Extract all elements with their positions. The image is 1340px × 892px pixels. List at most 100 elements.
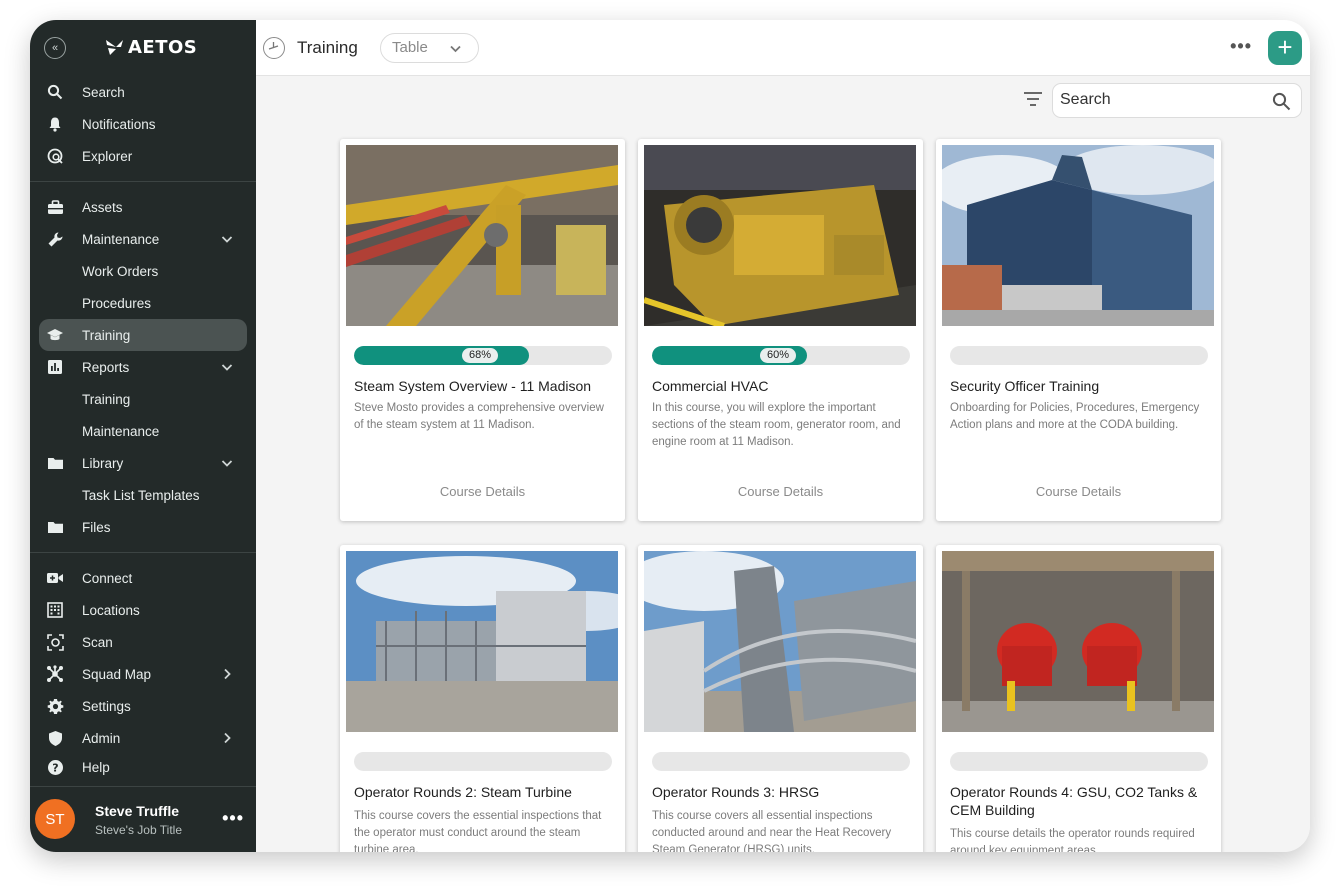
course-thumbnail bbox=[346, 145, 618, 326]
course-progress-bar bbox=[652, 752, 910, 771]
course-progress-bar: 68% bbox=[354, 346, 612, 365]
bell-icon bbox=[46, 115, 64, 133]
course-progress-label: 60% bbox=[760, 348, 796, 363]
sidebar-item-notifications[interactable]: Notifications bbox=[30, 108, 256, 140]
course-progress-bar bbox=[354, 752, 612, 771]
course-title[interactable]: Operator Rounds 4: GSU, CO2 Tanks & CEM … bbox=[950, 783, 1209, 819]
network-icon bbox=[46, 665, 64, 683]
gear-icon bbox=[46, 697, 64, 715]
course-title[interactable]: Operator Rounds 3: HRSG bbox=[652, 783, 911, 801]
search-icon[interactable] bbox=[1272, 92, 1291, 111]
avatar[interactable]: ST bbox=[35, 799, 75, 839]
sidebar-item-label: Locations bbox=[82, 602, 140, 618]
course-description: Steve Mosto provides a comprehensive ove… bbox=[354, 402, 604, 431]
app-window: « AETOS Search Notifications Explorer As… bbox=[30, 20, 1310, 852]
sidebar-item-training[interactable]: Training bbox=[39, 319, 247, 351]
course-card[interactable]: Security Officer Training Onboarding for… bbox=[936, 139, 1221, 521]
sidebar-item-assets[interactable]: Assets bbox=[30, 191, 256, 223]
search-box[interactable] bbox=[1052, 83, 1302, 118]
course-details-link[interactable]: Course Details bbox=[340, 484, 625, 499]
collapse-sidebar-button[interactable]: « bbox=[44, 37, 66, 59]
sidebar-item-help[interactable]: ? Help bbox=[30, 754, 256, 780]
sidebar-item-connect[interactable]: Connect bbox=[30, 562, 256, 594]
course-title[interactable]: Security Officer Training bbox=[950, 377, 1209, 395]
sidebar-item-reports[interactable]: Reports bbox=[30, 351, 256, 383]
chevron-down-icon bbox=[450, 45, 461, 53]
view-selector-value: Table bbox=[392, 39, 428, 56]
course-progress-bar: 60% bbox=[652, 346, 910, 365]
sidebar-item-label: Procedures bbox=[82, 295, 152, 311]
svg-text:?: ? bbox=[52, 761, 58, 774]
course-thumbnail bbox=[644, 551, 916, 732]
course-progress-fill bbox=[354, 346, 530, 365]
sidebar-header: « AETOS bbox=[30, 20, 256, 76]
folder-icon bbox=[46, 454, 64, 472]
sidebar-item-label: Connect bbox=[82, 570, 133, 586]
sidebar-item-library[interactable]: Library bbox=[30, 447, 256, 479]
view-selector[interactable]: Table bbox=[380, 33, 479, 63]
sidebar-item-scan[interactable]: Scan bbox=[30, 626, 256, 658]
help-icon: ? bbox=[46, 758, 64, 776]
training-module-icon bbox=[263, 37, 285, 59]
add-button[interactable]: + bbox=[1268, 31, 1302, 65]
sidebar-item-procedures[interactable]: Procedures bbox=[30, 287, 256, 319]
user-more-icon[interactable]: ••• bbox=[222, 808, 244, 829]
sidebar-item-label: Scan bbox=[82, 634, 113, 650]
sidebar-item-explorer[interactable]: Explorer bbox=[30, 140, 256, 172]
sidebar-divider bbox=[30, 552, 256, 553]
brand-name: AETOS bbox=[128, 36, 198, 58]
course-card[interactable]: Operator Rounds 4: GSU, CO2 Tanks & CEM … bbox=[936, 545, 1221, 852]
sidebar-divider bbox=[30, 181, 256, 182]
course-title[interactable]: Steam System Overview - 11 Madison bbox=[354, 377, 613, 395]
course-progress-bar bbox=[950, 752, 1208, 771]
user-profile[interactable]: ST Steve Truffle Steve's Job Title ••• bbox=[30, 786, 256, 852]
sidebar-item-label: Maintenance bbox=[82, 231, 160, 247]
sidebar-item-label: Work Orders bbox=[82, 263, 159, 279]
course-details-link[interactable]: Course Details bbox=[638, 484, 923, 499]
course-thumbnail bbox=[942, 145, 1214, 326]
sidebar-item-admin[interactable]: Admin bbox=[30, 722, 256, 754]
sidebar-item-label: Files bbox=[82, 519, 111, 535]
sidebar-item-label: Admin bbox=[82, 730, 121, 746]
chevron-right-icon[interactable] bbox=[220, 667, 234, 681]
sidebar-item-reports-training[interactable]: Training bbox=[30, 383, 256, 415]
sidebar-item-work-orders[interactable]: Work Orders bbox=[30, 255, 256, 287]
search-input[interactable] bbox=[1060, 91, 1260, 109]
course-card[interactable]: Operator Rounds 2: Steam Turbine This co… bbox=[340, 545, 625, 852]
chevron-down-icon[interactable] bbox=[220, 360, 234, 374]
briefcase-icon bbox=[46, 198, 64, 216]
course-card[interactable]: Operator Rounds 3: HRSG This course cove… bbox=[638, 545, 923, 852]
chevron-down-icon[interactable] bbox=[220, 456, 234, 470]
course-details-link[interactable]: Course Details bbox=[936, 484, 1221, 499]
sidebar-item-task-list-templates[interactable]: Task List Templates bbox=[30, 479, 256, 511]
sidebar-item-label: Training bbox=[82, 327, 131, 343]
course-description: This course covers all essential inspect… bbox=[652, 810, 892, 852]
shield-icon bbox=[46, 729, 64, 747]
sidebar-item-squad-map[interactable]: Squad Map bbox=[30, 658, 256, 690]
course-description: Onboarding for Policies, Procedures, Eme… bbox=[950, 402, 1200, 431]
sidebar-item-files[interactable]: Files bbox=[30, 511, 256, 543]
user-job-title: Steve's Job Title bbox=[95, 823, 182, 837]
filter-icon[interactable] bbox=[1022, 90, 1044, 108]
sidebar-item-search[interactable]: Search bbox=[30, 76, 256, 108]
search-icon bbox=[46, 83, 64, 101]
course-card[interactable]: 68% Steam System Overview - 11 Madison S… bbox=[340, 139, 625, 521]
sidebar-item-locations[interactable]: Locations bbox=[30, 594, 256, 626]
sidebar-item-label: Notifications bbox=[82, 116, 156, 132]
sidebar-item-label: Squad Map bbox=[82, 666, 152, 682]
course-progress-label: 68% bbox=[462, 348, 498, 363]
chevron-right-icon[interactable] bbox=[220, 731, 234, 745]
course-title[interactable]: Operator Rounds 2: Steam Turbine bbox=[354, 783, 613, 801]
course-card[interactable]: 60% Commercial HVAC In this course, you … bbox=[638, 139, 923, 521]
sidebar-item-label: Training bbox=[82, 391, 131, 407]
sidebar-item-label: Settings bbox=[82, 698, 131, 714]
sidebar-item-settings[interactable]: Settings bbox=[30, 690, 256, 722]
graduation-cap-icon bbox=[46, 326, 64, 344]
sidebar-item-maintenance[interactable]: Maintenance bbox=[30, 223, 256, 255]
more-options-icon[interactable]: ••• bbox=[1230, 36, 1252, 57]
chart-icon bbox=[46, 358, 64, 376]
chevron-down-icon[interactable] bbox=[220, 232, 234, 246]
course-title[interactable]: Commercial HVAC bbox=[652, 377, 911, 395]
sidebar-item-reports-maintenance[interactable]: Maintenance bbox=[30, 415, 256, 447]
building-icon bbox=[46, 601, 64, 619]
